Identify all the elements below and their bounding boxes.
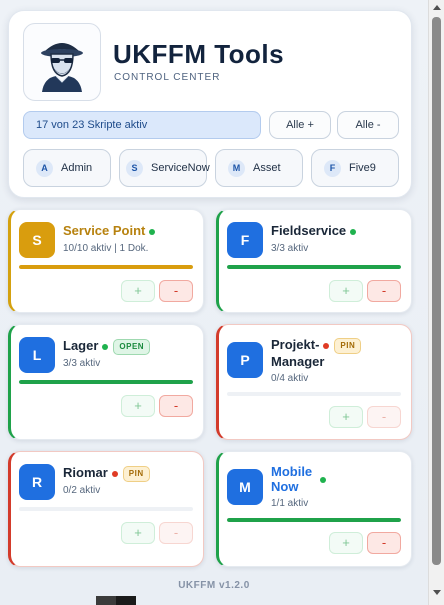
hacker-avatar-icon	[41, 43, 83, 92]
module-card-riomar: R Riomar PIN 0/2 aktiv + -	[8, 451, 204, 567]
module-card-fieldservice: F Fieldservice 3/3 aktiv + -	[216, 209, 412, 313]
disable-module-button[interactable]: -	[367, 280, 401, 302]
module-title: Riomar PIN	[63, 465, 150, 482]
disable-module-button[interactable]: -	[367, 532, 401, 554]
module-status: 3/3 aktiv	[63, 358, 101, 369]
quick-link-label: Asset	[253, 162, 281, 174]
taskbar-fragment	[96, 596, 116, 605]
disable-module-button[interactable]: -	[159, 280, 193, 302]
module-progress	[227, 518, 401, 522]
active-scripts-status: 17 von 23 Skripte aktiv	[23, 111, 261, 139]
module-icon: F	[227, 222, 263, 258]
inactive-status-dot	[323, 342, 330, 349]
enable-module-button[interactable]: +	[121, 395, 155, 417]
module-title: Service Point	[63, 223, 156, 238]
module-title: Lager OPEN	[63, 338, 151, 355]
enable-module-button[interactable]: +	[329, 532, 363, 554]
enable-all-button[interactable]: Alle +	[269, 111, 331, 139]
open-badge: OPEN	[113, 338, 151, 355]
module-progress	[19, 507, 193, 511]
module-title: Fieldservice	[271, 223, 357, 238]
quick-link-label: Five9	[349, 162, 376, 174]
module-status: 3/3 aktiv	[271, 243, 309, 254]
module-icon: S	[19, 222, 55, 258]
disable-all-button[interactable]: Alle -	[337, 111, 399, 139]
scrollbar-thumb[interactable]	[432, 17, 441, 565]
enable-module-button[interactable]: +	[121, 280, 155, 302]
module-progress	[227, 265, 401, 269]
vertical-scrollbar[interactable]	[428, 0, 444, 605]
quick-link-letter: M	[228, 159, 245, 177]
module-title: Mobile Now	[271, 464, 327, 494]
module-card-mobile-now: M Mobile Now 1/1 aktiv + -	[216, 451, 412, 567]
module-icon: L	[19, 337, 55, 373]
active-status-dot	[102, 343, 109, 350]
quick-link-admin[interactable]: A Admin	[23, 149, 111, 187]
quick-link-asset[interactable]: M Asset	[215, 149, 303, 187]
module-card-projekt-manager: P Projekt- PIN Manager 0/4 aktiv + -	[216, 324, 412, 440]
module-title: Projekt- PIN Manager	[271, 337, 362, 369]
quick-link-servicenow[interactable]: S ServiceNow	[119, 149, 210, 187]
module-progress	[19, 380, 193, 384]
module-status: 1/1 aktiv	[271, 498, 309, 509]
enable-module-button[interactable]: +	[329, 280, 363, 302]
module-card-lager: L Lager OPEN 3/3 aktiv + -	[8, 324, 204, 440]
enable-module-button[interactable]: +	[121, 522, 155, 544]
inactive-status-dot	[111, 470, 118, 477]
app-title: UKFFM Tools	[113, 39, 285, 69]
scroll-up-icon[interactable]	[433, 5, 441, 10]
module-icon: M	[227, 469, 263, 505]
module-icon: R	[19, 464, 55, 500]
pin-badge: PIN	[122, 465, 150, 482]
quick-link-letter: S	[126, 159, 143, 177]
enable-module-button[interactable]: +	[329, 406, 363, 428]
active-status-dot	[320, 476, 327, 483]
module-status: 0/4 aktiv	[271, 373, 309, 384]
app-logo	[23, 23, 101, 101]
header-card: UKFFM Tools CONTROL CENTER 17 von 23 Skr…	[8, 10, 412, 198]
quick-link-five9[interactable]: F Five9	[311, 149, 399, 187]
quick-link-label: Admin	[61, 162, 93, 174]
scroll-down-icon[interactable]	[433, 590, 441, 595]
quick-link-letter: A	[36, 159, 53, 177]
quick-link-label: ServiceNow	[151, 162, 210, 174]
module-status: 0/2 aktiv	[63, 485, 101, 496]
module-progress	[227, 392, 401, 396]
popup-panel: UKFFM Tools CONTROL CENTER 17 von 23 Skr…	[0, 0, 428, 605]
module-progress	[19, 265, 193, 269]
disable-module-button[interactable]: -	[367, 406, 401, 428]
quick-link-letter: F	[324, 159, 341, 177]
module-status: 10/10 aktiv | 1 Dok.	[63, 243, 149, 254]
version-footer: UKFFM v1.2.0	[178, 580, 250, 591]
disable-module-button[interactable]: -	[159, 522, 193, 544]
app-subtitle: CONTROL CENTER	[114, 72, 221, 83]
active-status-dot	[149, 228, 156, 235]
module-card-service-point: S Service Point 10/10 aktiv | 1 Dok. + -	[8, 209, 204, 313]
disable-module-button[interactable]: -	[159, 395, 193, 417]
active-status-dot	[350, 228, 357, 235]
pin-badge: PIN	[334, 337, 362, 354]
module-icon: P	[227, 342, 263, 378]
